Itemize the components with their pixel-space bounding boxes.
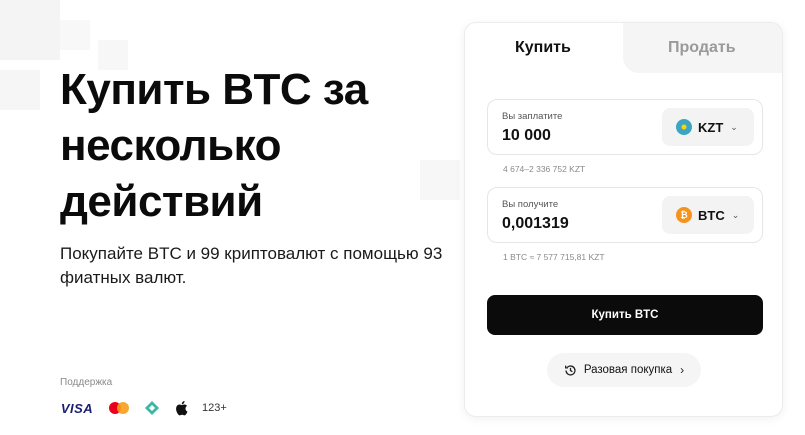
history-icon	[564, 364, 577, 377]
pay-range-hint: 4 674–2 336 752 KZT	[503, 164, 586, 174]
tab-sell[interactable]: Продать	[668, 39, 736, 57]
buy-btc-button[interactable]: Купить BTC	[487, 295, 763, 335]
diamond-icon	[144, 398, 160, 418]
exchange-rate-hint: 1 BTC ≈ 7 577 715,81 KZT	[503, 252, 605, 262]
apple-icon	[174, 398, 188, 418]
tab-buy[interactable]: Купить	[515, 39, 571, 57]
background-decoration	[0, 0, 60, 60]
receive-currency-code: BTC	[698, 207, 725, 223]
chevron-down-icon: ⌄	[731, 209, 740, 220]
pay-currency-select[interactable]: KZT ⌄	[662, 108, 754, 146]
mastercard-icon	[108, 398, 130, 418]
exchange-widget: Купить Продать Вы заплатите 10 000 KZT ⌄…	[464, 22, 783, 417]
payment-methods: VISA 123+	[60, 398, 241, 418]
one-time-purchase-button[interactable]: Разовая покупка ›	[547, 353, 701, 387]
visa-logo: VISA	[60, 400, 94, 416]
background-decoration	[60, 20, 90, 50]
tab-bar: Купить Продать	[465, 23, 782, 73]
chevron-down-icon: ⌄	[730, 121, 738, 132]
bitcoin-icon: ₿	[676, 207, 692, 223]
pay-currency-code: KZT	[698, 119, 724, 135]
more-methods-count: 123+	[202, 402, 227, 414]
pay-amount-field[interactable]: Вы заплатите 10 000 KZT ⌄	[487, 99, 763, 155]
chevron-right-icon: ›	[680, 363, 685, 377]
receive-amount-label: Вы получите	[502, 199, 559, 210]
kzt-flag-icon	[676, 119, 692, 135]
pay-amount-input[interactable]: 10 000	[502, 127, 551, 145]
one-time-purchase-label: Разовая покупка	[583, 364, 673, 376]
support-label: Поддержка	[60, 377, 113, 388]
receive-currency-select[interactable]: ₿ BTC ⌄	[662, 196, 754, 234]
receive-amount-input[interactable]: 0,001319	[502, 215, 569, 233]
page-title: Купить BTC за несколько действий	[60, 65, 368, 226]
receive-amount-field[interactable]: Вы получите 0,001319 ₿ BTC ⌄	[487, 187, 763, 243]
pay-amount-label: Вы заплатите	[502, 111, 563, 122]
background-decoration	[0, 70, 40, 110]
page-subtitle: Покупайте BTC и 99 криптовалют с помощью…	[60, 244, 443, 287]
